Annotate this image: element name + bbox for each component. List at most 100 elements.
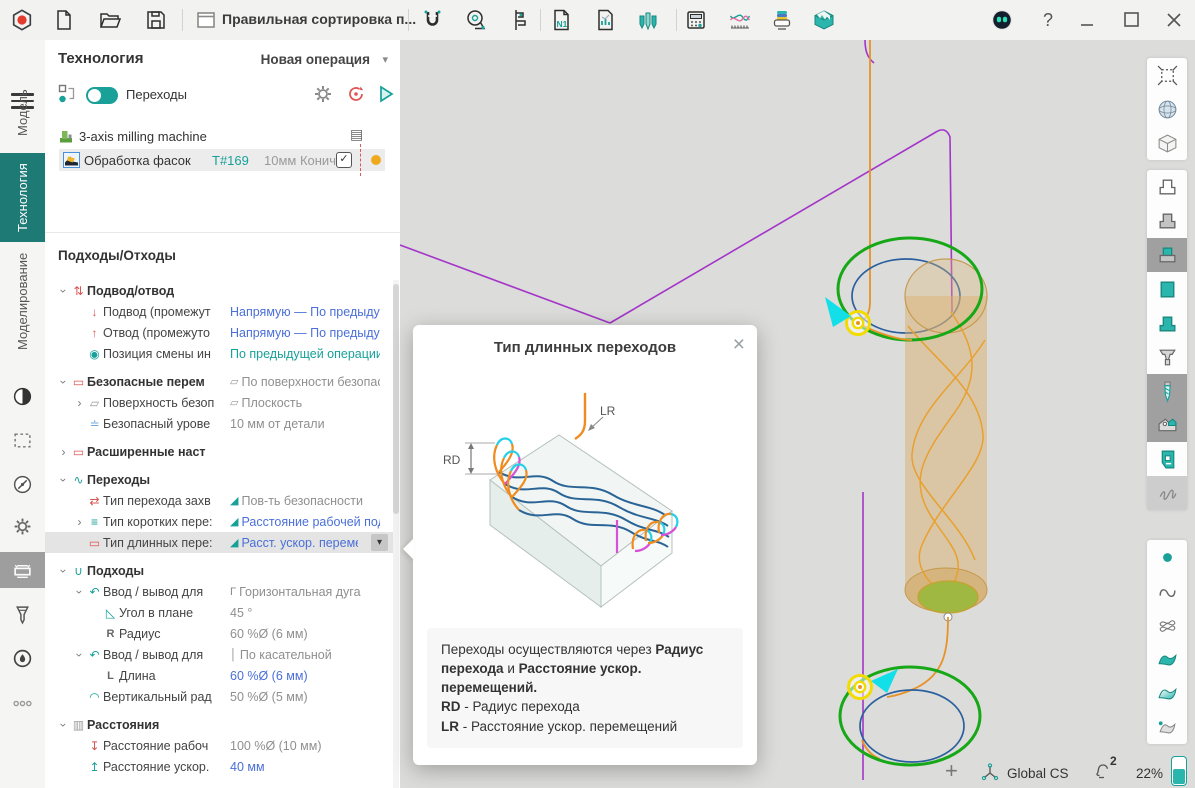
part-display-button[interactable] <box>1147 272 1187 306</box>
project-tab-icon[interactable] <box>192 7 220 33</box>
param-value[interactable]: ◢Расстояние рабочей под <box>230 515 380 529</box>
machine-display-button[interactable] <box>1147 442 1187 476</box>
layers-button[interactable] <box>768 7 796 33</box>
isometric-view-button[interactable] <box>1147 126 1187 160</box>
tree-row-11[interactable]: ›≡Тип коротких пере:◢Расстояние рабочей … <box>45 511 394 532</box>
param-value[interactable]: │По касательной <box>230 648 332 662</box>
points-surface-button[interactable] <box>1147 710 1187 744</box>
compass-icon[interactable] <box>0 466 45 502</box>
model-wireframe-button[interactable] <box>1147 170 1187 204</box>
recalculate-icon[interactable] <box>346 84 368 106</box>
dropdown-button[interactable]: ▾ <box>371 534 388 551</box>
tree-row-6[interactable]: ›▱Поверхность безоп▱Плоскость <box>45 392 394 413</box>
close-icon[interactable]: × <box>733 333 745 357</box>
new-file-button[interactable] <box>50 7 78 33</box>
tool-icon[interactable] <box>0 596 45 632</box>
run-icon[interactable] <box>376 84 398 106</box>
tree-row-8[interactable]: ›▭Расширенные наст <box>45 441 394 462</box>
selection-icon[interactable] <box>0 422 45 458</box>
more-icon[interactable] <box>0 685 45 721</box>
gradient-surface-button[interactable] <box>1147 676 1187 710</box>
machine-tree-item[interactable]: 3-axis milling machine <box>58 126 207 146</box>
tree-row-15[interactable]: ◺Угол в плане45 ° <box>45 602 394 623</box>
param-value[interactable]: 45 ° <box>230 606 252 620</box>
help-button[interactable]: ? <box>1034 7 1062 33</box>
param-value[interactable]: ◢Расст. ускор. переме <box>230 536 358 550</box>
position-marker-top[interactable] <box>847 312 870 335</box>
operation-row[interactable]: Обработка фасок T#169 10мм Конич ✓ <box>59 149 385 171</box>
model-shaded-button[interactable] <box>1147 204 1187 238</box>
tree-row-10[interactable]: ⇄Тип перехода захв◢Пов-ть безопасности <box>45 490 394 511</box>
tree-row-18[interactable]: LДлина60 %Ø (6 мм) <box>45 665 394 686</box>
param-value[interactable]: 40 мм <box>230 760 265 774</box>
tree-row-22[interactable]: ↥Расстояние ускор.40 мм <box>45 756 394 777</box>
expand-icon[interactable]: › <box>57 564 71 577</box>
points-display-button[interactable] <box>1147 540 1187 574</box>
operation-list-icon[interactable]: ▤ <box>350 126 363 143</box>
sidebar-tab-3[interactable]: Моделирование <box>0 246 45 356</box>
tool-display-button[interactable] <box>1147 374 1187 408</box>
param-value[interactable]: 60 %Ø (6 мм) <box>230 669 308 683</box>
param-value[interactable]: 60 %Ø (6 мм) <box>230 627 308 641</box>
calculator-button[interactable] <box>682 7 710 33</box>
expand-icon[interactable]: › <box>57 284 71 297</box>
structure-icon[interactable] <box>58 84 80 106</box>
hatch-display-button[interactable] <box>1147 476 1187 510</box>
param-value[interactable]: ΓГоризонтальная дуга <box>230 585 361 599</box>
transitions-toggle[interactable] <box>86 87 118 104</box>
tree-row-4[interactable]: ◉Позиция смены инПо предыдущей операции <box>45 343 394 364</box>
expand-icon[interactable]: › <box>57 718 71 731</box>
tree-row-7[interactable]: ≐Безопасный урове10 мм от детали <box>45 413 394 434</box>
coordinate-system-label[interactable]: Global CS <box>1007 766 1069 781</box>
tree-row-14[interactable]: ›↶Ввод / вывод дляΓГоризонтальная дуга <box>45 581 394 602</box>
curves-display-button[interactable] <box>1147 574 1187 608</box>
tree-row-21[interactable]: ↧Расстояние рабоч100 %Ø (10 мм) <box>45 735 394 756</box>
tool-library-button[interactable] <box>634 7 662 33</box>
gauge-icon[interactable] <box>0 640 45 676</box>
graphs-button[interactable] <box>726 7 754 33</box>
tree-row-20[interactable]: ›▥Расстояния <box>45 714 394 735</box>
param-value[interactable]: По предыдущей операции <box>230 347 380 361</box>
tree-row-2[interactable]: ↓Подвод (промежутНапрямую — По предыдущ <box>45 301 394 322</box>
chevron-down-icon[interactable]: ▾ <box>382 53 388 66</box>
model-combined-button[interactable] <box>1147 238 1187 272</box>
expand-icon[interactable]: › <box>73 515 86 529</box>
add-icon[interactable]: + <box>945 758 958 784</box>
tree-row-12[interactable]: ▭Тип длинных пере:◢Расст. ускор. переме▾ <box>45 532 394 553</box>
expand-icon[interactable]: › <box>57 375 71 388</box>
expand-icon[interactable]: › <box>73 396 86 410</box>
save-button[interactable] <box>142 7 170 33</box>
coordinate-system-icon[interactable] <box>980 762 1000 782</box>
sidebar-tab-2[interactable]: Технология <box>0 153 45 242</box>
tree-row-17[interactable]: ›↶Ввод / вывод для│По касательной <box>45 644 394 665</box>
tree-row-5[interactable]: ›▭Безопасные перем▱По поверхности безопа… <box>45 371 394 392</box>
tree-row-16[interactable]: RРадиус60 %Ø (6 мм) <box>45 623 394 644</box>
param-value[interactable]: 100 %Ø (10 мм) <box>230 739 322 753</box>
zoom-level[interactable]: 22% <box>1136 766 1163 781</box>
workpiece-icon[interactable] <box>0 552 45 588</box>
caliper-button[interactable] <box>504 7 532 33</box>
stock-display-button[interactable] <box>1147 340 1187 374</box>
expand-icon[interactable]: › <box>57 473 71 486</box>
simulation-button[interactable] <box>810 7 838 33</box>
magnet-snap-button[interactable] <box>418 7 446 33</box>
tree-row-13[interactable]: ›∪Подходы <box>45 560 394 581</box>
wireframe-surface-button[interactable] <box>1147 608 1187 642</box>
gcode-button[interactable]: N1 <box>548 7 576 33</box>
contrast-icon[interactable] <box>0 378 45 414</box>
param-value[interactable]: 10 мм от детали <box>230 417 325 431</box>
fixture-display-button[interactable] <box>1147 408 1187 442</box>
panel-scrollbar[interactable] <box>393 280 399 788</box>
position-marker-bottom[interactable] <box>849 676 872 699</box>
tree-row-19[interactable]: ◠Вертикальный рад50 %Ø (5 мм) <box>45 686 394 707</box>
close-button[interactable] <box>1160 7 1188 33</box>
zoom-fit-button[interactable] <box>1147 58 1187 92</box>
tree-row-9[interactable]: ›∿Переходы <box>45 469 394 490</box>
param-value[interactable]: Напрямую — По предыдущ <box>230 326 380 340</box>
maximize-button[interactable] <box>1118 7 1146 33</box>
param-value[interactable]: 50 %Ø (5 мм) <box>230 690 308 704</box>
open-file-button[interactable] <box>96 7 124 33</box>
new-operation-button[interactable]: Новая операция <box>261 52 370 67</box>
tree-row-3[interactable]: ↑Отвод (промежутоНапрямую — По предыдущ <box>45 322 394 343</box>
expand-icon[interactable]: › <box>73 648 87 661</box>
